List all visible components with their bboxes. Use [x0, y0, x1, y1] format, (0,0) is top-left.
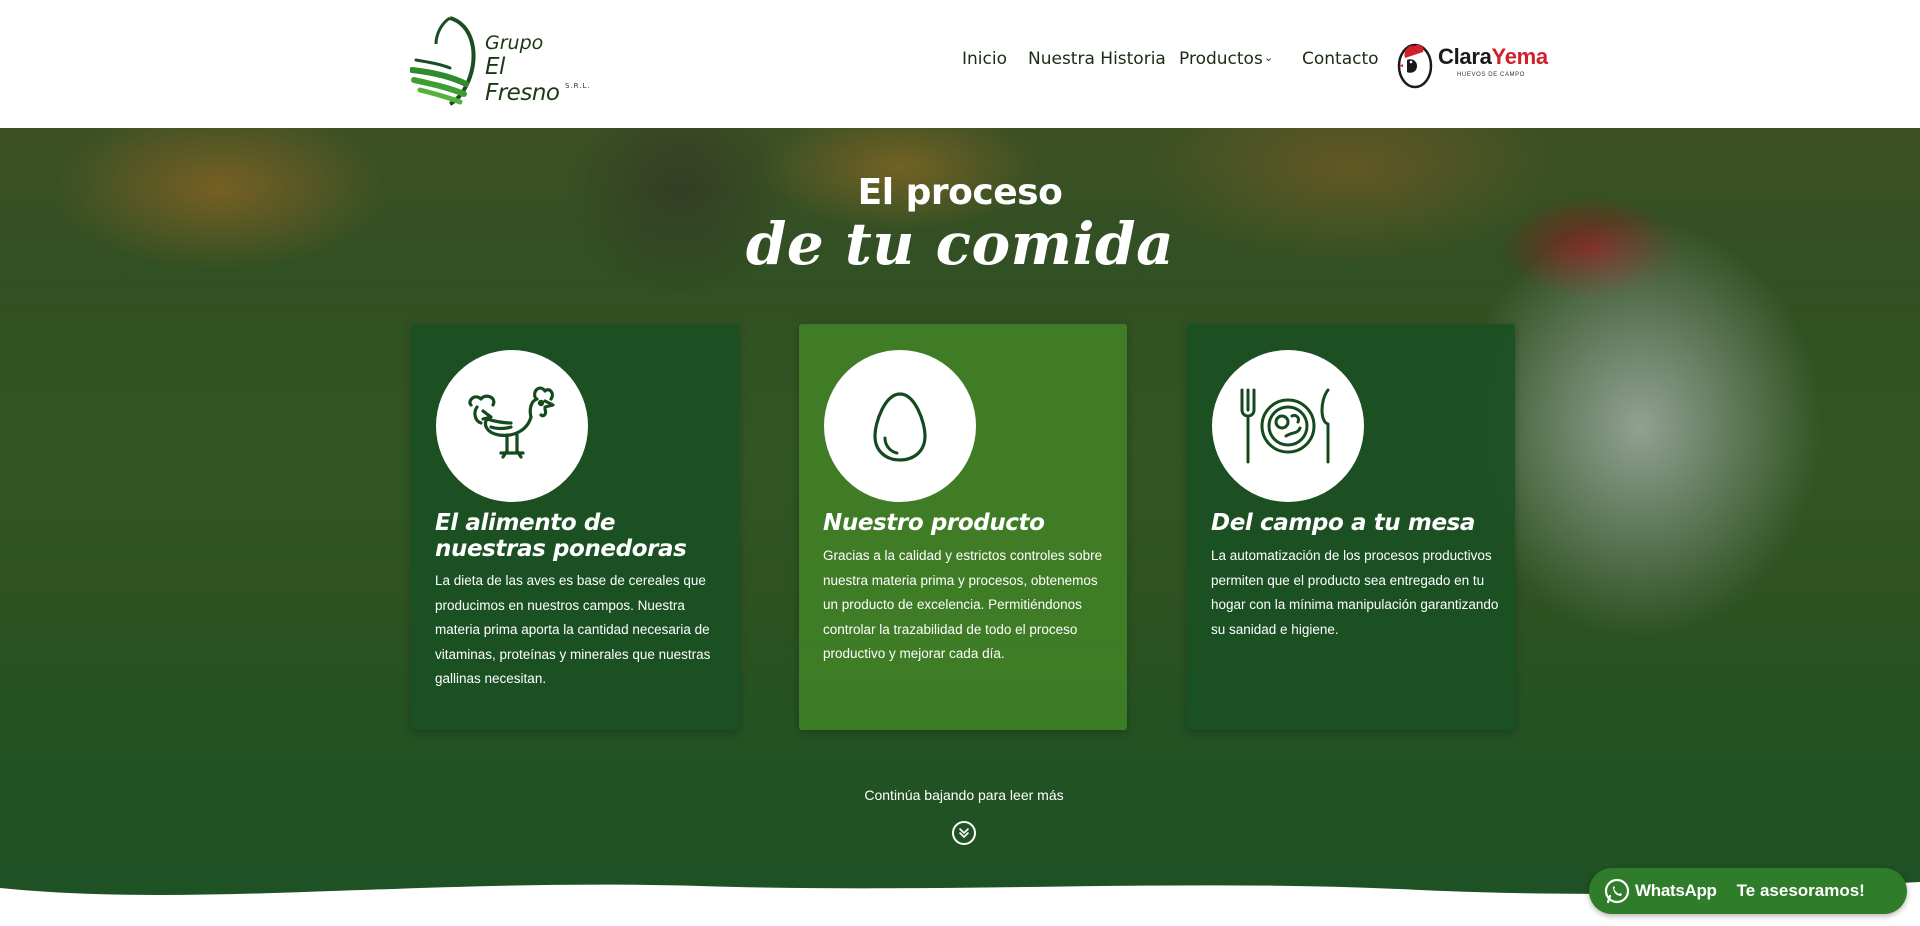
nav-item-contacto[interactable]: Contacto	[1302, 49, 1379, 69]
card-title-table: Del campo a tu mesa	[1211, 510, 1476, 536]
plate-cutlery-icon	[1212, 350, 1364, 502]
clarayema-clara: Clara	[1438, 44, 1492, 69]
el-fresno-logo[interactable]: Grupo El Fresno S.R.L.	[410, 14, 590, 106]
hero-title-big: de tu comida	[745, 210, 1175, 278]
card-title-product: Nuestro producto	[823, 510, 1045, 536]
nav-item-inicio[interactable]: Inicio	[962, 49, 1007, 69]
egg-icon	[824, 350, 976, 502]
process-card-feed: El alimento de nuestras ponedoras La die…	[411, 324, 739, 730]
logo-suffix: S.R.L.	[565, 82, 591, 90]
hero-section: El proceso de tu comida El alimento de n…	[0, 128, 1920, 926]
hero-title-small: El proceso	[857, 172, 1063, 213]
chevron-down-icon[interactable]: ⌄	[1264, 51, 1273, 64]
card-text-table: La automatización de los procesos produc…	[1211, 548, 1499, 637]
card-title-feed: El alimento de nuestras ponedoras	[435, 510, 687, 562]
process-card-table: Del campo a tu mesa La automatización de…	[1187, 324, 1515, 730]
rooster-icon	[436, 350, 588, 502]
process-card-product: Nuestro producto Gracias a la calidad y …	[799, 324, 1127, 730]
nav-item-productos[interactable]: Productos	[1179, 49, 1263, 69]
clarayema-yema: Yema	[1491, 44, 1549, 69]
scroll-hint-text: Continúa bajando para leer más	[864, 787, 1064, 803]
whatsapp-button[interactable]: WhatsApp Te asesoramos!	[1589, 868, 1907, 914]
logo-line1: Grupo	[485, 32, 544, 54]
card-text-feed: La dieta de las aves es base de cereales…	[435, 573, 711, 686]
nav-item-nuestra-historia[interactable]: Nuestra Historia	[1028, 49, 1166, 69]
rooster-egg-logo-icon	[1397, 43, 1433, 89]
el-fresno-emblem-icon	[410, 16, 476, 106]
logo-line2: El Fresno	[485, 54, 560, 106]
logo-wordmark: Grupo El Fresno S.R.L.	[485, 32, 590, 106]
site-header: Grupo El Fresno S.R.L. Inicio Nuestra Hi…	[0, 0, 1920, 128]
whatsapp-brand-label: WhatsApp	[1635, 881, 1717, 900]
clarayema-logo[interactable]: ClaraYema HUEVOS DE CAMPO	[1395, 38, 1555, 90]
clarayema-subtitle: HUEVOS DE CAMPO	[1457, 72, 1526, 78]
double-chevron-down-icon[interactable]	[952, 821, 976, 845]
whatsapp-icon	[1604, 878, 1630, 904]
card-text-product: Gracias a la calidad y estrictos control…	[823, 548, 1103, 661]
whatsapp-cta-label: Te asesoramos!	[1736, 881, 1865, 900]
clarayema-wordmark: ClaraYema	[1438, 44, 1548, 70]
